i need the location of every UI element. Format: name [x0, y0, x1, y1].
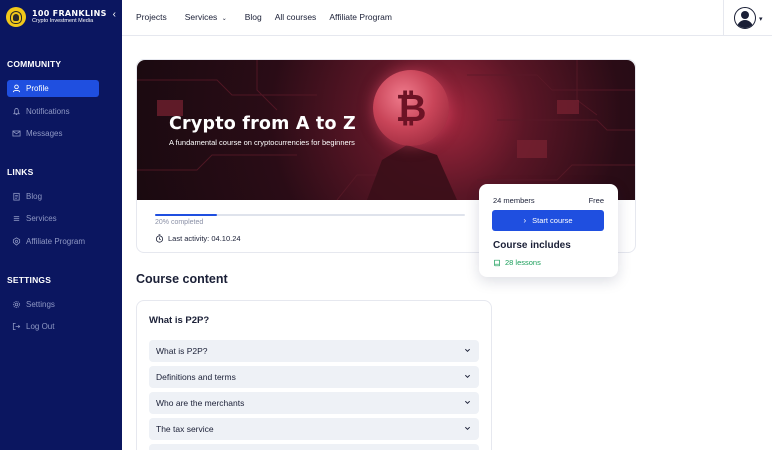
- chevron-down-icon: [464, 374, 471, 379]
- course-title: Crypto from A to Z: [169, 114, 356, 134]
- sidebar-item-profile[interactable]: Profile: [7, 80, 99, 97]
- bell-icon: [11, 107, 21, 117]
- top-menu: Projects Services ⌄ Blog All courses Aff…: [136, 12, 392, 22]
- sidebar-item-label: Profile: [26, 84, 49, 93]
- chevron-down-icon: [464, 348, 471, 353]
- mail-icon: [11, 129, 21, 139]
- course-banner: ₿ Crypto from A to Z A fundamental cours…: [137, 60, 635, 200]
- lesson-title: Who are the merchants: [156, 398, 245, 408]
- chevron-down-icon: [464, 400, 471, 405]
- lesson-title: What is P2P?: [156, 346, 208, 356]
- avatar[interactable]: [734, 7, 756, 29]
- lesson-title: The tax service: [156, 424, 214, 434]
- chevron-down-icon[interactable]: ▾: [759, 15, 763, 23]
- stopwatch-icon: [155, 234, 164, 243]
- sidebar-item-label: Affiliate Program: [26, 237, 85, 246]
- progress-fill: [155, 214, 217, 216]
- sidebar-item-label: Notifications: [26, 107, 70, 116]
- chevron-down-icon: [464, 426, 471, 431]
- last-activity: Last activity: 04.10.24: [155, 234, 241, 243]
- last-activity-text: Last activity: 04.10.24: [168, 234, 241, 243]
- sidebar-item-label: Messages: [26, 129, 63, 138]
- menu-item-affiliate-program[interactable]: Affiliate Program: [329, 12, 392, 22]
- start-course-label: Start course: [532, 216, 573, 225]
- list-item[interactable]: Who are the merchants: [149, 392, 479, 414]
- members-count: 24 members: [493, 196, 535, 205]
- brand[interactable]: 100 FRANKLINS Crypto Investment Media: [6, 7, 118, 27]
- lesson-title: Definitions and terms: [156, 372, 236, 382]
- collapse-sidebar-icon[interactable]: ‹: [113, 9, 116, 20]
- sidebar-item-label: Blog: [26, 192, 43, 201]
- lessons-count: 28 lessons: [493, 258, 541, 267]
- brand-tagline: Crypto Investment Media: [32, 17, 94, 24]
- course-content-title: Course content: [136, 272, 228, 286]
- chevron-right-icon: ›: [523, 216, 527, 225]
- start-course-button[interactable]: › Start course: [492, 210, 604, 231]
- module-title: What is P2P?: [149, 315, 210, 326]
- sidebar-item-settings[interactable]: Settings: [7, 296, 99, 313]
- sidebar-item-messages[interactable]: Messages: [7, 125, 99, 142]
- sidebar: 100 FRANKLINS Crypto Investment Media ‹ …: [0, 0, 122, 450]
- sidebar-item-notifications[interactable]: Notifications: [7, 103, 99, 120]
- section-title-settings: SETTINGS: [7, 275, 52, 285]
- sidebar-item-blog[interactable]: Blog: [7, 188, 99, 205]
- menu-item-projects[interactable]: Projects: [136, 12, 167, 22]
- enroll-card: 24 members Free › Start course Course in…: [479, 184, 618, 277]
- course-includes-title: Course includes: [493, 240, 571, 251]
- menu-item-label: Services: [184, 12, 218, 22]
- sidebar-item-log-out[interactable]: Log Out: [7, 318, 99, 335]
- menu-item-all-courses[interactable]: All courses: [275, 12, 317, 22]
- progress-bar: [155, 214, 465, 216]
- sidebar-item-services[interactable]: Services: [7, 210, 99, 227]
- divider: [723, 0, 724, 36]
- chevron-down-icon: ⌄: [221, 16, 227, 22]
- clipboard-icon: [11, 192, 21, 202]
- gear-icon: [11, 300, 21, 310]
- price: Free: [588, 196, 604, 205]
- brand-logo-icon: [6, 7, 26, 27]
- sidebar-item-affiliate-program[interactable]: Affiliate Program: [7, 233, 99, 250]
- list-item[interactable]: The tax service: [149, 418, 479, 440]
- section-title-links: LINKS: [7, 167, 34, 177]
- user-icon: [11, 84, 21, 94]
- menu-item-blog[interactable]: Blog: [245, 12, 262, 22]
- sidebar-item-label: Services: [26, 214, 57, 223]
- list-item[interactable]: [149, 444, 479, 450]
- list-item[interactable]: What is P2P?: [149, 340, 479, 362]
- course-subtitle: A fundamental course on cryptocurrencies…: [169, 138, 355, 147]
- brand-name: 100 FRANKLINS: [32, 8, 107, 18]
- lessons-count-text: 28 lessons: [505, 258, 541, 267]
- progress-label: 20% completed: [155, 219, 204, 226]
- logout-icon: [11, 322, 21, 332]
- top-bar: Projects Services ⌄ Blog All courses Aff…: [122, 0, 772, 36]
- module-card: What is P2P? What is P2P? Definitions an…: [136, 300, 492, 450]
- bitcoin-coin-icon: ₿: [373, 70, 449, 146]
- section-title-community: COMMUNITY: [7, 59, 62, 69]
- badge-icon: [11, 237, 21, 247]
- list-item[interactable]: Definitions and terms: [149, 366, 479, 388]
- list-icon: [11, 214, 21, 224]
- book-icon: [494, 259, 500, 266]
- sidebar-item-label: Log Out: [26, 322, 55, 331]
- sidebar-item-label: Settings: [26, 300, 55, 309]
- menu-item-services[interactable]: Services ⌄: [185, 12, 227, 22]
